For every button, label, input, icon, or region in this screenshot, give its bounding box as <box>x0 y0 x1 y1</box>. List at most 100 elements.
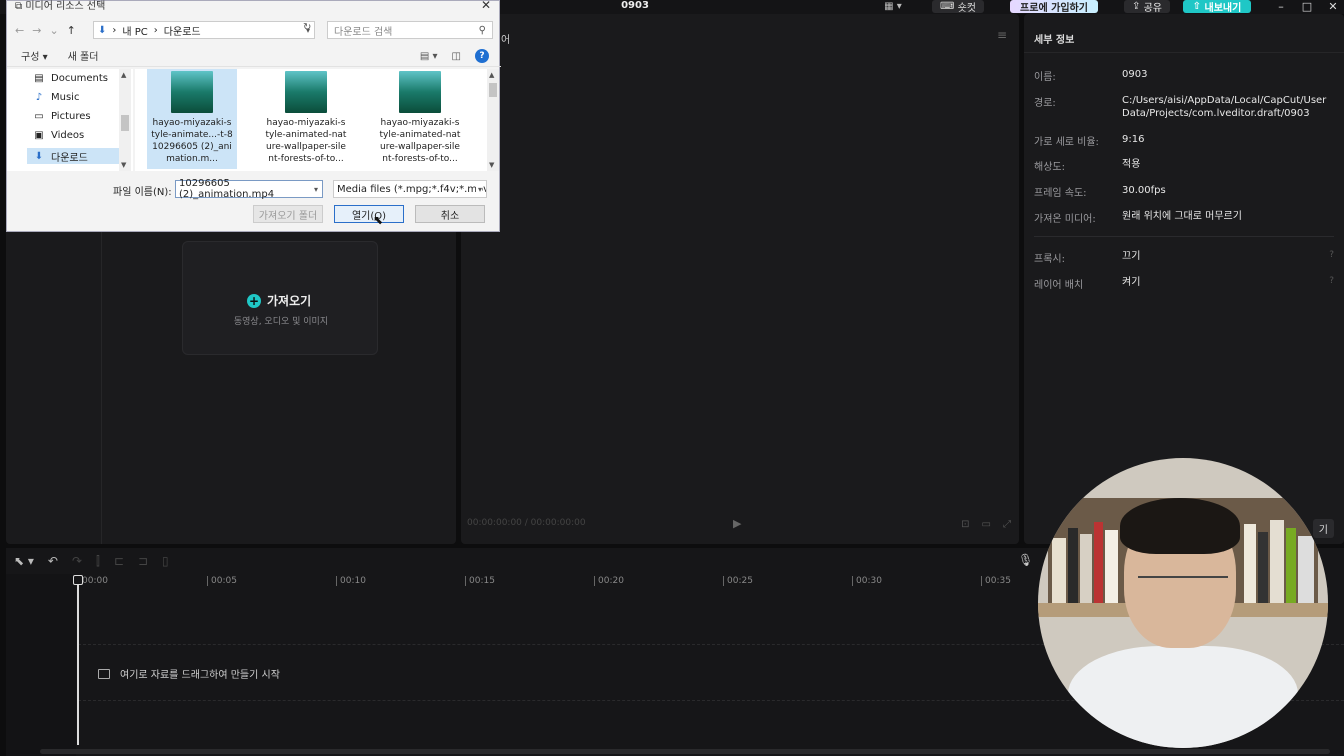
nav-item-pictures[interactable]: ▭ Pictures <box>33 111 90 122</box>
organize-button[interactable]: 구성 ▾ <box>21 48 48 63</box>
nav-item-music[interactable]: ♪ Music <box>33 92 80 103</box>
layout-icon[interactable]: ▦ ▾ <box>878 0 908 13</box>
file-item[interactable]: hayao-miyazaki-style-animated-nature-wal… <box>261 69 351 169</box>
cancel-button[interactable]: 취소 <box>415 205 485 223</box>
delete-icon[interactable]: ▯ <box>162 554 169 568</box>
chevron-right-icon: › <box>112 24 117 36</box>
webcam-overlay <box>1038 458 1328 748</box>
file-item[interactable]: hayao-miyazaki-style-animated-nature-wal… <box>375 69 465 169</box>
import-folder-button[interactable]: 가져오기 폴더 <box>253 205 323 223</box>
search-icon: ⚲ <box>478 24 486 36</box>
refresh-icon[interactable]: ↻ <box>303 22 311 33</box>
export-button[interactable]: ⇧ 내보내기 <box>1183 0 1251 14</box>
file-thumbnail <box>171 71 213 113</box>
scroll-down-icon[interactable]: ▼ <box>489 161 494 169</box>
playhead-handle[interactable] <box>73 575 83 585</box>
scroll-up-icon[interactable]: ▲ <box>121 71 126 79</box>
ruler-tick: 00:05 <box>207 576 237 586</box>
search-placeholder: 다운로드 검색 <box>334 26 393 38</box>
ruler-tick: 00:10 <box>336 576 366 586</box>
info-row-proxy: 프록시: 끄기? <box>1034 250 1334 265</box>
file-thumbnail <box>285 71 327 113</box>
info-row-path: 경로: C:/Users/aisi/AppData/Local/CapCut/Us… <box>1034 95 1327 119</box>
pro-subscribe-button[interactable]: 프로에 가입하기 <box>1010 0 1098 14</box>
play-icon[interactable]: ▶ <box>733 517 741 530</box>
menu-icon[interactable]: ≡ <box>997 28 1007 42</box>
scroll-thumb[interactable] <box>121 115 129 131</box>
pictures-icon: ▭ <box>34 111 44 122</box>
open-button[interactable]: 열기(O) <box>334 205 404 223</box>
ruler-tick: 00:15 <box>465 576 495 586</box>
trim-right-icon[interactable]: ⊐ <box>138 554 148 568</box>
maximize-icon[interactable]: □ <box>1300 0 1314 13</box>
share-button[interactable]: ⇪ 공유 <box>1124 0 1170 14</box>
app-icon: ⧉ <box>15 1 26 12</box>
microphone-icon[interactable]: 🎙 <box>1018 553 1033 567</box>
scroll-thumb[interactable] <box>489 83 497 97</box>
up-icon[interactable]: ↑ <box>67 24 76 37</box>
redo-icon[interactable]: ↷ <box>72 554 82 568</box>
split-icon[interactable]: ⫿ <box>96 554 100 569</box>
preview-pane-icon[interactable]: ◫ <box>452 51 461 62</box>
screenshot-icon[interactable]: ⊡ <box>961 519 969 530</box>
minimize-icon[interactable]: – <box>1274 0 1288 13</box>
player-panel: 어 ≡ 00:00:00:00 / 00:00:00:00 ▶ ⊡ ▭ ⤢ <box>461 14 1019 544</box>
chevron-down-icon[interactable]: ▾ <box>314 185 318 194</box>
filetype-select[interactable]: Media files (*.mpg;*.f4v;*.mov; ▾ <box>333 180 487 198</box>
timecode: 00:00:00:00 / 00:00:00:00 <box>467 518 586 528</box>
shortcut-button[interactable]: ⌨ 숏컷 <box>932 0 984 14</box>
help-icon[interactable]: ? <box>475 49 489 63</box>
view-controls: ▤ ▾ ◫ ? <box>420 49 489 63</box>
share-label: 공유 <box>1143 3 1162 14</box>
fullscreen-icon[interactable]: ⤢ <box>1003 519 1011 530</box>
mouse-cursor-icon: ⬉ <box>373 213 384 227</box>
undo-icon[interactable]: ↶ <box>48 554 58 568</box>
divider <box>1024 52 1344 53</box>
file-list: hayao-miyazaki-style-animate...-t-810296… <box>135 69 487 171</box>
import-dropzone[interactable]: + 가져오기 동영상, 오디오 및 이미지 <box>182 241 378 355</box>
chevron-right-icon: › <box>153 24 158 36</box>
search-input[interactable]: 다운로드 검색 ⚲ <box>327 21 493 39</box>
nav-item-videos[interactable]: ▣ Videos <box>33 130 84 141</box>
keyboard-icon: ⌨ <box>939 1 958 12</box>
close-icon[interactable]: ✕ <box>481 0 491 12</box>
scroll-up-icon[interactable]: ▲ <box>489 71 494 79</box>
address-bar[interactable]: ⬇ › 내 PC › 다운로드 ▾ <box>93 21 315 39</box>
close-window-icon[interactable]: ✕ <box>1326 0 1340 13</box>
person-hair <box>1120 498 1240 554</box>
recent-icon[interactable]: ⌄ <box>49 24 58 37</box>
file-item[interactable]: hayao-miyazaki-style-animate...-t-810296… <box>147 69 237 169</box>
breadcrumb-pc[interactable]: 내 PC <box>122 23 147 38</box>
navigation-pane: ▤ Documents ♪ Music ▭ Pictures ▣ Videos ⬇ 다운로… <box>7 69 133 171</box>
nav-item-documents[interactable]: ▤ Documents <box>33 73 108 84</box>
ratio-icon[interactable]: ▭ <box>982 519 991 530</box>
import-button[interactable]: + 가져오기 <box>247 292 311 309</box>
ruler-tick: 00:30 <box>852 576 882 586</box>
timeline-scrollbar[interactable] <box>40 749 1330 754</box>
file-scrollbar[interactable]: ▲ ▼ <box>487 69 499 171</box>
new-folder-button[interactable]: 새 폴더 <box>68 48 99 63</box>
document-icon: ▤ <box>34 73 44 84</box>
help-icon[interactable]: ? <box>1329 250 1334 260</box>
scroll-down-icon[interactable]: ▼ <box>121 161 126 169</box>
time-ruler[interactable]: 00:00 00:05 00:10 00:15 00:20 00:25 00:3… <box>78 576 1078 590</box>
select-tool-icon[interactable]: ⬉ ▾ <box>14 554 34 568</box>
file-name: hayao-miyazaki-style-animated-nature-wal… <box>265 118 347 164</box>
file-thumbnail <box>399 71 441 113</box>
nav-scrollbar[interactable]: ▲ ▼ <box>119 69 131 171</box>
chevron-down-icon[interactable]: ▾ <box>475 184 482 194</box>
forward-icon[interactable]: → <box>32 24 41 37</box>
playhead[interactable] <box>77 577 79 745</box>
help-icon[interactable]: ? <box>1329 276 1334 286</box>
nav-item-downloads[interactable]: ⬇ 다운로드 <box>27 148 121 164</box>
trim-left-icon[interactable]: ⊏ <box>114 554 124 568</box>
download-icon: ⬇ <box>34 150 44 162</box>
filename-field[interactable]: 10296605 (2)_animation.mp4 ▾ <box>175 178 323 200</box>
view-mode-icon[interactable]: ▤ ▾ <box>420 51 438 62</box>
ruler-tick: 00:20 <box>594 576 624 586</box>
breadcrumb-downloads[interactable]: 다운로드 <box>164 23 201 38</box>
file-open-dialog: ⧉ 미디어 리소스 선택 ✕ ← → ⌄ ↑ ⬇ › 내 PC › 다운로드 ▾… <box>6 0 501 232</box>
details-heading: 세부 정보 <box>1034 35 1075 46</box>
back-icon[interactable]: ← <box>15 24 24 37</box>
shortcut-label: 숏컷 <box>957 3 977 14</box>
